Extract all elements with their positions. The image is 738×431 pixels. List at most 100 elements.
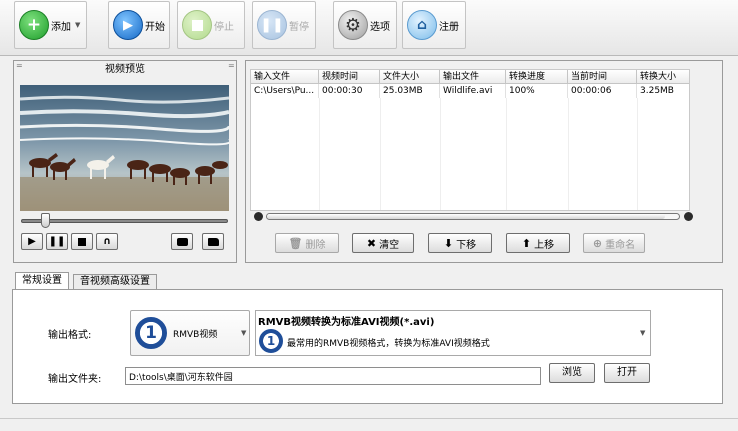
general-settings-panel: 输出格式: 1 RMVB视频 ▼ RMVB视频转换为标准AVI视频(*.avi)… <box>12 289 723 404</box>
format-name: RMVB视频 <box>173 330 218 340</box>
progress-cell: 100% <box>506 84 568 98</box>
column-header[interactable]: 转换进度 <box>506 70 568 84</box>
stop-button-label: 停止 <box>214 21 234 33</box>
preview-title: 视频预览 <box>105 64 145 75</box>
move-down-button-label: 下移 <box>456 239 477 251</box>
pause-button-label: 暂停 <box>289 21 309 33</box>
file-list[interactable]: 输入文件 视频时间 文件大小 输出文件 转换进度 当前时间 转换大小 C:\Us… <box>250 69 690 211</box>
stop-icon <box>78 237 86 246</box>
column-header[interactable]: 输出文件 <box>440 70 506 84</box>
arrow-down-icon: ⬇ <box>443 236 454 250</box>
output-format-select[interactable]: 1 RMVB视频 ▼ <box>130 310 250 356</box>
browse-button[interactable]: 浏览 <box>549 363 595 383</box>
column-divider <box>319 98 320 210</box>
video-time-cell: 00:00:30 <box>319 84 380 98</box>
current-time-cell: 00:00:06 <box>568 84 637 98</box>
column-header[interactable]: 输入文件 <box>251 70 319 84</box>
play-icon: ▶ <box>28 236 36 247</box>
arrow-up-icon: ⬆ <box>521 236 532 250</box>
scroll-left-icon[interactable] <box>254 212 263 221</box>
register-button[interactable]: ⌂ 注册 <box>402 1 466 49</box>
clear-button-label: 清空 <box>379 239 400 251</box>
output-file-cell: Wildlife.avi <box>440 84 506 98</box>
x-icon: ✖ <box>366 236 377 250</box>
pause-button[interactable]: ❚❚ 暂停 <box>252 1 316 49</box>
output-folder-input[interactable] <box>125 367 541 385</box>
format-title: RMVB视频转换为标准AVI视频(*.avi) <box>258 317 435 328</box>
column-header[interactable]: 当前时间 <box>568 70 637 84</box>
scroll-track[interactable] <box>266 213 680 220</box>
trash-icon: 🗑 <box>288 236 303 250</box>
column-header[interactable]: 转换大小 <box>637 70 689 84</box>
column-divider <box>506 98 507 210</box>
pause-icon: ❚❚ <box>257 10 287 40</box>
file-list-panel: 输入文件 视频时间 文件大小 输出文件 转换进度 当前时间 转换大小 C:\Us… <box>245 60 723 263</box>
gear-icon: ⚙ <box>338 10 368 40</box>
add-button-label: 添加 <box>51 21 71 33</box>
rename-icon: ⊕ <box>592 236 603 250</box>
options-button[interactable]: ⚙ 选项 <box>333 1 397 49</box>
pause-icon: ❚❚ <box>48 236 66 247</box>
snapshot-button[interactable] <box>171 233 193 250</box>
video-frame <box>20 85 229 211</box>
delete-button-label: 删除 <box>305 239 326 251</box>
status-bar <box>0 418 738 431</box>
scroll-right-icon[interactable] <box>684 212 693 221</box>
volume-button[interactable]: ∩ <box>96 233 118 250</box>
options-button-label: 选项 <box>370 21 390 33</box>
open-button[interactable]: 打开 <box>604 363 650 383</box>
main-toolbar: + 添加 ▼ ▶ 开始 停止 ❚❚ 暂停 ⚙ 选项 ⌂ 注册 <box>0 0 738 56</box>
tab-general-settings[interactable]: 常规设置 <box>15 272 69 289</box>
delete-button[interactable]: 🗑 删除 <box>275 233 339 253</box>
format-description: 最常用的RMVB视频格式，转换为标准AVI视频格式 <box>287 339 490 349</box>
basket-icon: ⌂ <box>407 10 437 40</box>
output-format-label: 输出格式: <box>48 330 92 341</box>
headphones-icon: ∩ <box>102 236 112 247</box>
rename-button[interactable]: ⊕ 重命名 <box>583 233 645 253</box>
converted-size-cell: 3.25MB <box>637 84 689 98</box>
start-button-label: 开始 <box>145 21 165 33</box>
horizontal-scrollbar[interactable] <box>254 211 694 222</box>
camera-icon <box>176 237 188 246</box>
stop-button[interactable]: 停止 <box>177 1 245 49</box>
format-badge-icon: 1 <box>135 317 167 349</box>
column-divider <box>637 98 638 210</box>
column-divider <box>380 98 381 210</box>
start-button[interactable]: ▶ 开始 <box>108 1 170 49</box>
seek-thumb[interactable] <box>41 213 51 228</box>
pause-preview-button[interactable]: ❚❚ <box>46 233 68 250</box>
play-button[interactable]: ▶ <box>21 233 43 250</box>
table-row[interactable]: C:\Users\Pu... 00:00:30 25.03MB Wildlife… <box>251 84 689 98</box>
move-up-button-label: 上移 <box>534 239 555 251</box>
format-badge-small-icon: 1 <box>259 329 283 353</box>
move-down-button[interactable]: ⬇ 下移 <box>428 233 492 253</box>
stop-icon <box>182 10 212 40</box>
video-frame-image <box>20 85 229 211</box>
column-header[interactable]: 视频时间 <box>319 70 380 84</box>
play-icon: ▶ <box>113 10 143 40</box>
column-header[interactable]: 文件大小 <box>380 70 440 84</box>
rename-button-label: 重命名 <box>605 239 636 251</box>
chevron-down-icon[interactable]: ▼ <box>75 21 80 29</box>
file-size-cell: 25.03MB <box>380 84 440 98</box>
seek-track[interactable] <box>21 219 228 223</box>
tab-advanced-settings[interactable]: 音视频高级设置 <box>73 274 157 289</box>
format-description-select[interactable]: RMVB视频转换为标准AVI视频(*.avi) 1 最常用的RMVB视频格式，转… <box>255 310 651 356</box>
plus-icon: + <box>19 10 49 40</box>
register-button-label: 注册 <box>439 21 459 33</box>
folder-icon <box>207 237 219 246</box>
clear-button[interactable]: ✖ 清空 <box>352 233 414 253</box>
output-folder-label: 输出文件夹: <box>48 374 102 385</box>
chevron-down-icon[interactable]: ▼ <box>241 329 246 337</box>
chevron-down-icon[interactable]: ▼ <box>640 329 645 337</box>
scroll-thumb[interactable] <box>267 214 665 219</box>
file-list-header: 输入文件 视频时间 文件大小 输出文件 转换进度 当前时间 转换大小 <box>251 70 689 84</box>
move-up-button[interactable]: ⬆ 上移 <box>506 233 570 253</box>
column-divider <box>568 98 569 210</box>
column-divider <box>440 98 441 210</box>
add-button[interactable]: + 添加 ▼ <box>14 1 87 49</box>
stop-preview-button[interactable] <box>71 233 93 250</box>
input-file-cell: C:\Users\Pu... <box>251 84 319 98</box>
open-folder-button[interactable] <box>202 233 224 250</box>
video-preview-panel: = = 视频预览 ▶ ❚❚ ∩ <box>13 60 237 263</box>
